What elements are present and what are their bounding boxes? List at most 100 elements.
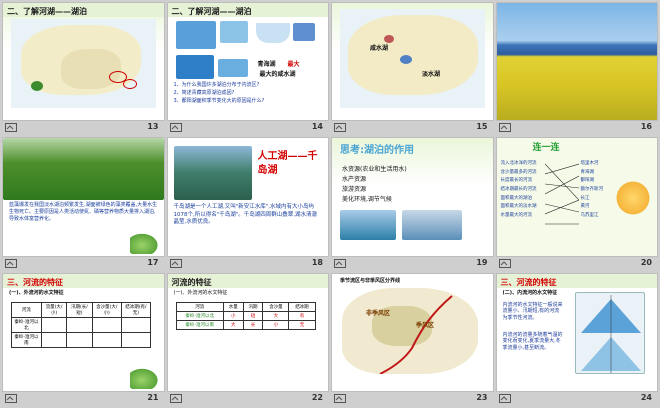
left-item-6: 面积最大的淡水湖 <box>500 204 537 210</box>
slide-heading: 思考:湖泊的作用 <box>340 145 414 157</box>
label-salt-lake: 咸水湖 <box>370 45 389 52</box>
left-item-7: 水量最大的河流 <box>500 212 533 218</box>
lake-photo <box>173 146 252 201</box>
slide-icon <box>5 393 17 403</box>
slide-thumbnail-16[interactable]: 16 <box>495 2 658 136</box>
slide-title: 三、河流的特征 <box>7 277 63 287</box>
slide-subtitle: (二)、内流河的水文特征 <box>502 289 558 296</box>
label-other: 最大 <box>287 61 300 68</box>
slide-22: 河流的特征 (一)、外流河的水文特征 河流 水量 汛期 含沙量 结冰期 秦岭-淮河以北小… <box>166 272 329 392</box>
right-item-7: 乌苏里江 <box>580 212 599 218</box>
slide-number: 14 <box>311 122 323 132</box>
slide-title: 三、河流的特征 <box>500 277 557 287</box>
label-fresh-lake: 淡水湖 <box>422 71 441 78</box>
right-item-5: 长江 <box>580 195 590 201</box>
slide-thumbnail-21[interactable]: 三、河流的特征 (一)、外流河的水文特征 河流 流量(大/小) 汛期(长/短) 含沙量… <box>2 272 165 406</box>
china-map: 季风区 非季风区 <box>342 287 478 374</box>
slide-23: 季节流区与非季风区分界线 季风区 非季风区 <box>331 272 494 392</box>
right-item-3: 鄱阳湖 <box>580 178 595 184</box>
slide-sorter-grid: 二、了解河湖——湖泊 13 二、了解河湖——湖泊 青海湖 最大 最大的咸水湖 1… <box>0 0 660 408</box>
slide-thumbnail-20[interactable]: 连一连 流入北冰洋的河流 含沙量最多的河流 长度最长的河流 结冰期最长的河流 面… <box>495 137 658 271</box>
slide-number: 17 <box>147 257 159 267</box>
slide-heading: 连一连 <box>532 143 560 154</box>
slide-number: 13 <box>147 122 159 132</box>
bullet-4: 美化环境,调节气候 <box>342 196 392 204</box>
slide-text-2: 内流河的流量多随着气温的变化而变化,夏季流量大,冬季流量小,甚至断流。 <box>502 331 563 352</box>
left-item-5: 面积最大的湖泊 <box>500 195 533 201</box>
label-monsoon: 季风区 <box>416 321 435 329</box>
slide-thumbnail-17[interactable]: 蓝藻爆发在我国淡水湖泊频繁发生,湖面被绿色的藻类覆盖,大量水生生物死亡。主要原因… <box>2 137 165 271</box>
slide-number: 18 <box>311 257 323 267</box>
lake-photo-2 <box>402 210 462 241</box>
slide-thumbnail-14[interactable]: 二、了解河湖——湖泊 青海湖 最大 最大的咸水湖 1、为什么我国许多湖泊分布于内… <box>166 2 329 136</box>
hydrology-table: 河流 流量(大/小) 汛期(长/短) 含沙量(大/小) 结冰期(有/无) 秦岭-淮河以北… <box>11 301 152 348</box>
slide-icon <box>334 258 346 268</box>
happy-day-graphic <box>614 178 651 219</box>
slide-18: 人工湖——千岛湖 千岛湖是一个人工湖,又叫"新安江水库",水域内有大小岛屿107… <box>166 137 329 257</box>
slide-subtitle: (一)、外流河的水文特征 <box>9 289 64 296</box>
label-qinghai: 青海湖 <box>257 61 276 68</box>
slide-icon <box>169 123 182 133</box>
slide-thumbnail-18[interactable]: 人工湖——千岛湖 千岛湖是一个人工湖,又叫"新安江水库",水域内有大小岛屿107… <box>166 137 329 271</box>
slide-icon <box>169 393 182 403</box>
slide-icon <box>5 123 17 133</box>
label-max: 最大的咸水湖 <box>259 71 296 78</box>
slide-number: 16 <box>640 122 652 132</box>
slide-subtitle: (一)、外流河的水文特征 <box>173 289 228 296</box>
slide-title: 二、了解河湖——湖泊 <box>171 7 252 16</box>
slide-title: 河流的特征 <box>171 277 212 287</box>
slide-number: 15 <box>476 122 488 132</box>
right-item-1: 塔里木河 <box>580 161 599 167</box>
slide-heading: 季节流区与非季风区分界线 <box>340 277 401 284</box>
slide-24: 三、河流的特征 (二)、内流河的水文特征 内流河的水文特征一般说来流量小、汛期短… <box>495 272 658 392</box>
slide-15: 咸水湖 淡水湖 <box>331 2 494 122</box>
bullet-1: 1、为什么我国许多湖泊分布于内流区? <box>173 82 260 88</box>
slide-icon <box>498 123 511 133</box>
slide-icon <box>334 123 346 133</box>
left-item-4: 结冰期最长的河流 <box>500 186 537 192</box>
slide-icon <box>334 393 346 403</box>
right-item-2: 青海湖 <box>580 169 595 175</box>
slide-thumbnail-24[interactable]: 三、河流的特征 (二)、内流河的水文特征 内流河的水文特征一般说来流量小、汛期短… <box>495 272 658 406</box>
right-item-4: 额尔齐斯河 <box>580 186 604 192</box>
slide-13: 二、了解河湖——湖泊 <box>2 2 165 122</box>
bullet-3: 旅游资源 <box>342 186 367 194</box>
slide-icon <box>5 258 17 268</box>
left-item-2: 含沙量最多的河流 <box>500 169 537 175</box>
slide-text: 蓝藻爆发在我国淡水湖泊频繁发生,湖面被绿色的藻类覆盖,大量水生生物死亡。主要原因… <box>9 202 158 222</box>
slide-number: 21 <box>147 392 159 402</box>
slide-number: 22 <box>311 392 323 402</box>
bullet-2: 2、简述青藏高原湖泊成因? <box>173 90 235 96</box>
china-map <box>11 19 156 109</box>
connection-lines <box>544 164 579 225</box>
algae-photo <box>3 138 164 201</box>
slide-icon <box>169 258 182 268</box>
slide-thumbnail-15[interactable]: 咸水湖 淡水湖 15 <box>331 2 494 136</box>
hydrology-table: 河流 水量 汛期 含沙量 结冰期 秦岭-淮河以北小短大有 秦岭-淮河以南大长小无 <box>175 301 316 330</box>
slide-number: 24 <box>640 392 652 402</box>
bullet-3: 3、鄱阳湖面积季节变化大的原因是什么? <box>173 98 265 104</box>
slide-19: 思考:湖泊的作用 水资源(农业和生活用水) 水产资源 旅游资源 美化环境,调节气… <box>331 137 494 257</box>
label-non-monsoon: 非季风区 <box>366 309 391 317</box>
slide-text: 千岛湖是一个人工湖,又叫"新安江水库",水域内有大小岛屿1078个,所以得名"千… <box>173 204 318 226</box>
slide-thumbnail-23[interactable]: 季节流区与非季风区分界线 季风区 非季风区 23 <box>331 272 494 406</box>
bullet-2: 水产资源 <box>342 176 367 184</box>
slide-text: 内流河的水文特征一般说来流量小、汛期短,有的河流为季节性河流。 <box>502 301 563 322</box>
slide-20: 连一连 流入北冰洋的河流 含沙量最多的河流 长度最长的河流 结冰期最长的河流 面… <box>495 137 658 257</box>
slide-thumbnail-13[interactable]: 二、了解河湖——湖泊 13 <box>2 2 165 136</box>
right-item-6: 黄河 <box>580 204 590 210</box>
slide-icon <box>498 258 511 268</box>
left-item-3: 长度最长的河流 <box>500 178 533 184</box>
slide-number: 20 <box>640 257 652 267</box>
bullet-1: 水资源(农业和生活用水) <box>342 166 407 174</box>
slide-heading: 人工湖——千岛湖 <box>257 151 318 176</box>
china-map: 咸水湖 淡水湖 <box>340 9 485 109</box>
left-item-1: 流入北冰洋的河流 <box>500 161 537 167</box>
slide-number: 19 <box>476 257 488 267</box>
slide-thumbnail-22[interactable]: 河流的特征 (一)、外流河的水文特征 河流 水量 汛期 含沙量 结冰期 秦岭-淮河以北小… <box>166 272 329 406</box>
slide-17: 蓝藻爆发在我国淡水湖泊频繁发生,湖面被绿色的藻类覆盖,大量水生生物死亡。主要原因… <box>2 137 165 257</box>
slide-number: 23 <box>476 392 488 402</box>
slide-21: 三、河流的特征 (一)、外流河的水文特征 河流 流量(大/小) 汛期(长/短) 含沙量… <box>2 272 165 392</box>
slide-icon <box>498 393 511 403</box>
slide-thumbnail-19[interactable]: 思考:湖泊的作用 水资源(农业和生活用水) 水产资源 旅游资源 美化环境,调节气… <box>331 137 494 271</box>
